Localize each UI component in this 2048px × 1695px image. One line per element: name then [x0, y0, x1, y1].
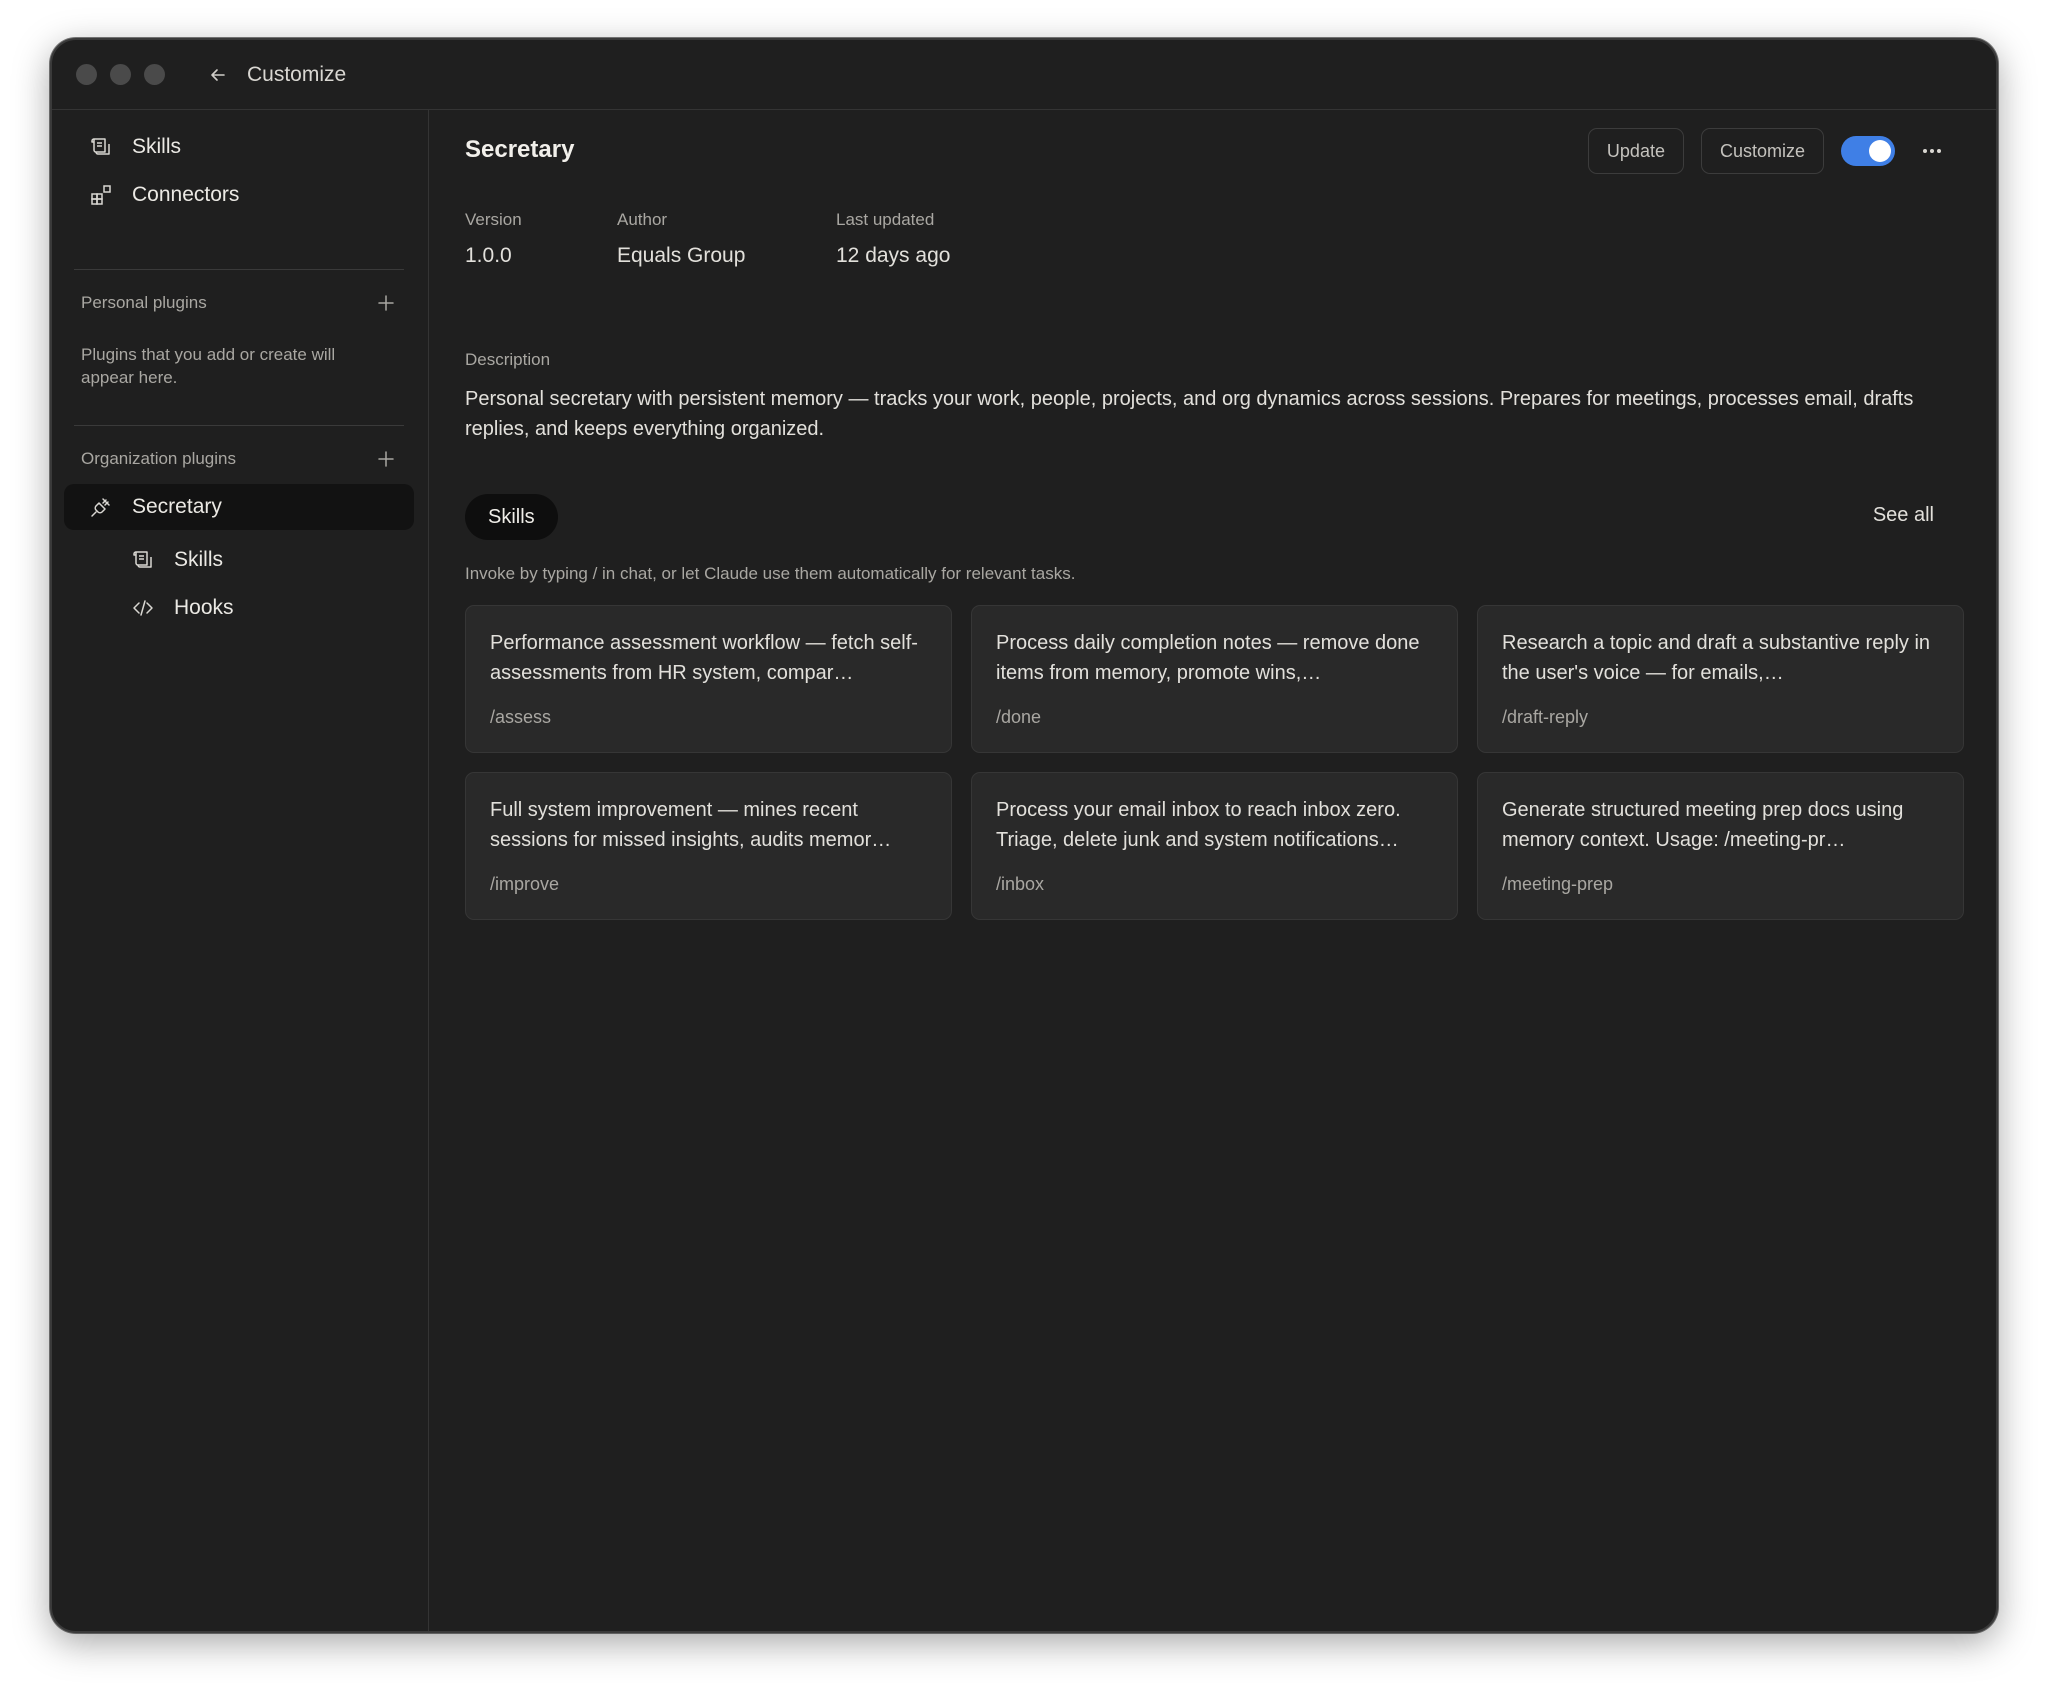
meta-version: Version 1.0.0: [465, 210, 522, 268]
connectors-icon: [88, 182, 114, 208]
sidebar-item-connectors[interactable]: Connectors: [64, 172, 414, 218]
sidebar-item-plugin-hooks[interactable]: Hooks: [64, 585, 414, 631]
plus-icon: [378, 295, 394, 311]
close-window-button[interactable]: [76, 64, 97, 85]
window-title: Customize: [247, 62, 347, 86]
sidebar-divider: [74, 269, 404, 270]
update-button[interactable]: Update: [1587, 128, 1684, 174]
plugin-title: Secretary: [465, 136, 575, 163]
code-icon: [130, 595, 156, 621]
more-options-button[interactable]: [1912, 131, 1952, 171]
skill-command: /draft-reply: [1502, 707, 1589, 727]
plus-icon: [378, 451, 394, 467]
skill-card[interactable]: Process your email inbox to reach inbox …: [971, 772, 1458, 920]
tab-skills[interactable]: Skills: [465, 494, 558, 540]
minimize-window-button[interactable]: [110, 64, 131, 85]
sidebar-divider: [74, 425, 404, 426]
invoke-hint: Invoke by typing / in chat, or let Claud…: [465, 564, 1076, 583]
skill-card[interactable]: Performance assessment workflow — fetch …: [465, 605, 952, 753]
skill-description: Process daily completion notes — remove …: [996, 632, 1420, 684]
back-button[interactable]: [203, 60, 233, 90]
organization-plugins-header: Organization plugins: [81, 444, 399, 474]
plugin-enabled-toggle[interactable]: [1841, 136, 1895, 166]
skill-card[interactable]: Research a topic and draft a substantive…: [1477, 605, 1964, 753]
personal-plugins-hint: Plugins that you add or create will appe…: [81, 345, 336, 387]
meta-label: Last updated: [836, 210, 935, 229]
skill-description: Performance assessment workflow — fetch …: [490, 632, 918, 684]
more-horizontal-icon: [1923, 149, 1941, 153]
description-label: Description: [465, 350, 551, 369]
skills-icon: [88, 134, 114, 160]
app-window: Customize Skills Connectors Personal plu…: [50, 38, 1998, 1633]
meta-label: Author: [617, 210, 668, 229]
add-personal-plugin-button[interactable]: [373, 290, 399, 316]
sidebar-item-label: Secretary: [132, 495, 222, 518]
toggle-knob: [1869, 140, 1891, 162]
customize-button[interactable]: Customize: [1700, 128, 1824, 174]
sidebar-item-secretary[interactable]: Secretary: [64, 484, 414, 530]
add-organization-plugin-button[interactable]: [373, 446, 399, 472]
personal-plugins-header: Personal plugins: [81, 288, 399, 318]
meta-value: Equals Group: [617, 244, 746, 267]
sidebar-item-label: Hooks: [174, 596, 234, 619]
maximize-window-button[interactable]: [144, 64, 165, 85]
sidebar-item-skills[interactable]: Skills: [64, 124, 414, 170]
skill-description: Research a topic and draft a substantive…: [1502, 632, 1931, 684]
sidebar-item-label: Connectors: [132, 183, 240, 206]
skill-description: Full system improvement — mines recent s…: [490, 799, 892, 851]
sidebar-item-label: Skills: [132, 135, 182, 158]
section-label: Organization plugins: [81, 449, 236, 468]
description-text: Personal secretary with persistent memor…: [465, 388, 1914, 440]
sidebar-item-plugin-skills[interactable]: Skills: [64, 537, 414, 583]
meta-value: 12 days ago: [836, 244, 951, 267]
skills-grid: Performance assessment workflow — fetch …: [465, 605, 1965, 920]
skill-card[interactable]: Full system improvement — mines recent s…: [465, 772, 952, 920]
skill-description: Generate structured meeting prep docs us…: [1502, 799, 1904, 851]
meta-last-updated: Last updated 12 days ago: [836, 210, 950, 268]
section-label: Personal plugins: [81, 293, 207, 312]
title-bar: Customize: [52, 40, 1996, 110]
skill-card[interactable]: Process daily completion notes — remove …: [971, 605, 1458, 753]
see-all-link[interactable]: See all: [1873, 504, 1934, 527]
skill-command: /meeting-prep: [1502, 874, 1614, 894]
skill-command: /improve: [490, 874, 560, 894]
skill-command: /inbox: [996, 874, 1045, 894]
plugin-actions: Update Customize: [1587, 128, 1952, 174]
skill-command: /assess: [490, 707, 552, 727]
arrow-left-icon: [211, 68, 225, 81]
skill-command: /done: [996, 707, 1042, 727]
meta-author: Author Equals Group: [617, 210, 745, 268]
main-panel: Secretary Update Customize Version 1.0.0…: [430, 110, 1996, 1631]
skill-description: Process your email inbox to reach inbox …: [996, 799, 1401, 851]
sidebar: Skills Connectors Personal plugins Plugi…: [52, 110, 429, 1631]
window-controls: [76, 64, 165, 85]
plug-icon: [88, 494, 114, 520]
meta-value: 1.0.0: [465, 244, 512, 267]
skills-icon: [130, 547, 156, 573]
sidebar-item-label: Skills: [174, 548, 224, 571]
skill-card[interactable]: Generate structured meeting prep docs us…: [1477, 772, 1964, 920]
meta-label: Version: [465, 210, 522, 229]
